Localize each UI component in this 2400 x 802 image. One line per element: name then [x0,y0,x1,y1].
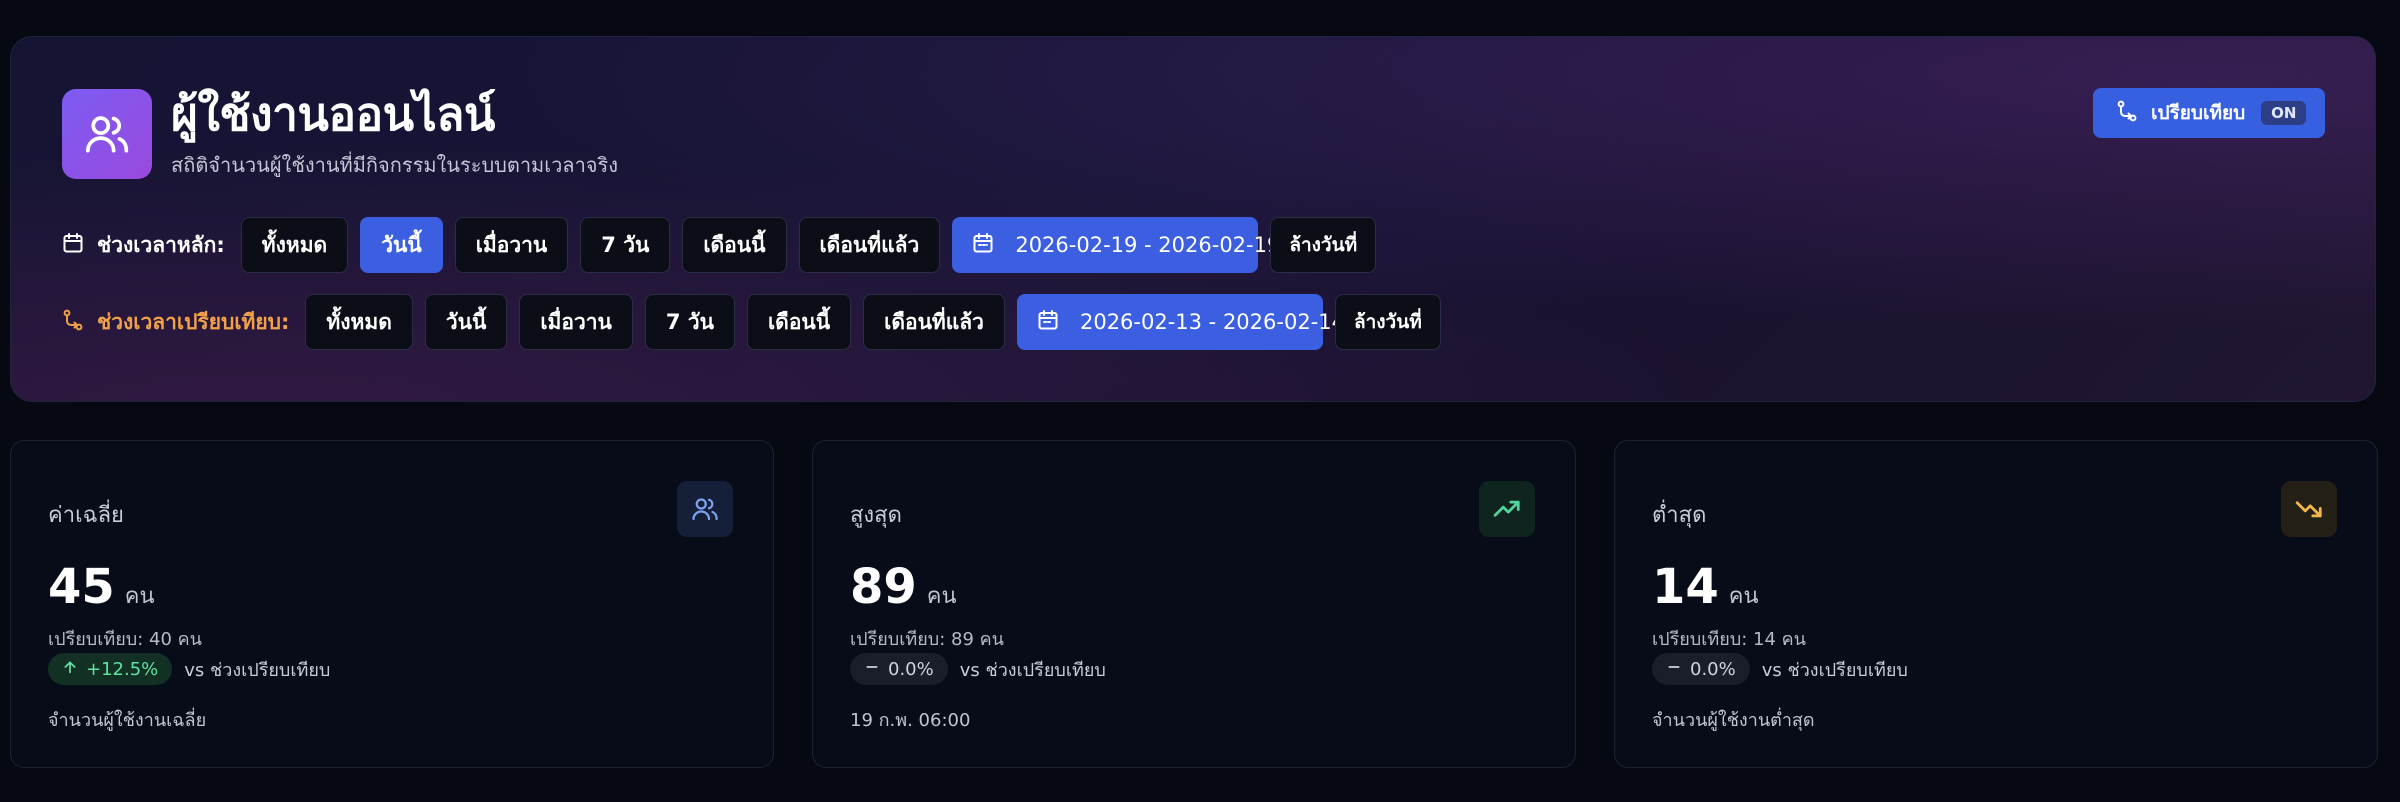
compare-toggle-label: เปรียบเทียบ [2151,102,2246,124]
card-delta-row: +12.5% vs ช่วงเปรียบเทียบ [48,653,330,685]
main-range-7days[interactable]: 7 วัน [580,217,671,273]
page-title: ผู้ใช้งานออนไลน์ [171,87,495,141]
main-date-range-text: 2026-02-19 - 2026-02-19 [1015,233,1281,257]
compare-range-all[interactable]: ทั้งหมด [305,294,413,350]
vs-text: vs ช่วงเปรียบเทียบ [184,659,331,681]
git-compare-icon [61,308,85,337]
vs-text: vs ช่วงเปรียบเทียบ [959,659,1106,681]
card-footer: จำนวนผู้ใช้งานเฉลี่ย [48,710,207,731]
card-compare-value: เปรียบเทียบ: 14 คน [1652,629,1806,650]
compare-range-yesterday[interactable]: เมื่อวาน [519,294,633,350]
main-range-all[interactable]: ทั้งหมด [240,217,349,273]
page-subtitle: สถิติจำนวนผู้ใช้งานที่มีกิจกรรมในระบบตาม… [171,153,619,177]
delta-badge: 0.0% [1652,653,1750,685]
min-card: ต่ำสุด 14 คน เปรียบเทียบ: 14 คน 0.0% vs … [1614,440,2378,768]
compare-toggle-button[interactable]: เปรียบเทียบ ON [2093,88,2325,138]
header-panel: ผู้ใช้งานออนไลน์ สถิติจำนวนผู้ใช้งานที่ม… [10,36,2376,402]
arrow-up-icon [62,659,78,680]
main-range-last-month[interactable]: เดือนที่แล้ว [798,217,941,273]
main-date-range-picker[interactable]: 2026-02-19 - 2026-02-19 [952,217,1280,273]
card-label: สูงสุด [850,503,902,528]
trending-up-icon [1479,481,1535,537]
git-compare-icon [2115,99,2139,128]
card-delta-row: 0.0% vs ช่วงเปรียบเทียบ [850,653,1106,685]
compare-range-7days[interactable]: 7 วัน [644,294,735,350]
calendar-icon [61,231,85,260]
compare-date-range-picker[interactable]: 2026-02-13 - 2026-02-14 [1016,294,1345,350]
card-value-unit: คน [1728,584,1759,609]
card-value-number: 14 [1652,559,1719,615]
main-range-this-month[interactable]: เดือนนี้ [682,217,787,273]
card-value-unit: คน [124,584,155,609]
compare-range-row: ช่วงเวลาเปรียบเทียบ: ทั้งหมด วันนี้ เมื่… [61,294,1441,350]
delta-badge: +12.5% [48,653,173,685]
card-compare-value: เปรียบเทียบ: 89 คน [850,629,1004,650]
minus-icon [1666,659,1682,680]
main-range-today[interactable]: วันนี้ [360,217,443,273]
card-value-number: 45 [48,559,115,615]
average-card: ค่าเฉลี่ย 45 คน เปรียบเทียบ: 40 คน +12.5… [10,440,774,768]
calendar-icon [971,231,995,260]
card-value: 45 คน [48,559,155,615]
max-card: สูงสุด 89 คน เปรียบเทียบ: 89 คน 0.0% vs … [812,440,1576,768]
compare-date-range-text: 2026-02-13 - 2026-02-14 [1079,310,1345,334]
compare-range-last-month[interactable]: เดือนที่แล้ว [863,294,1005,350]
compare-range-label: ช่วงเวลาเปรียบเทียบ: [61,306,289,339]
delta-badge: 0.0% [850,653,948,685]
card-delta-row: 0.0% vs ช่วงเปรียบเทียบ [1652,653,1908,685]
card-label: ต่ำสุด [1652,503,1707,528]
vs-text: vs ช่วงเปรียบเทียบ [1761,659,1908,681]
main-range-label: ช่วงเวลาหลัก: [61,229,225,262]
calendar-icon [1036,308,1060,337]
card-value: 89 คน [850,559,957,615]
compare-range-this-month[interactable]: เดือนนี้ [747,294,852,350]
main-clear-date-button[interactable]: ล้างวันที่ [1270,217,1377,273]
card-value-unit: คน [926,584,957,609]
compare-clear-date-button[interactable]: ล้างวันที่ [1334,294,1441,350]
card-value-number: 89 [850,559,917,615]
compare-state-badge: ON [2261,101,2307,125]
main-range-yesterday[interactable]: เมื่อวาน [454,217,569,273]
trending-down-icon [2281,481,2337,537]
card-footer: จำนวนผู้ใช้งานต่ำสุด [1652,710,1815,731]
users-icon [677,481,733,537]
minus-icon [864,659,880,680]
card-value: 14 คน [1652,559,1759,615]
card-label: ค่าเฉลี่ย [48,503,124,528]
compare-range-today[interactable]: วันนี้ [424,294,508,350]
users-icon [62,89,152,179]
main-range-row: ช่วงเวลาหลัก: ทั้งหมด วันนี้ เมื่อวาน 7 … [61,217,1377,273]
card-footer: 19 ก.พ. 06:00 [850,710,971,731]
card-compare-value: เปรียบเทียบ: 40 คน [48,629,202,650]
